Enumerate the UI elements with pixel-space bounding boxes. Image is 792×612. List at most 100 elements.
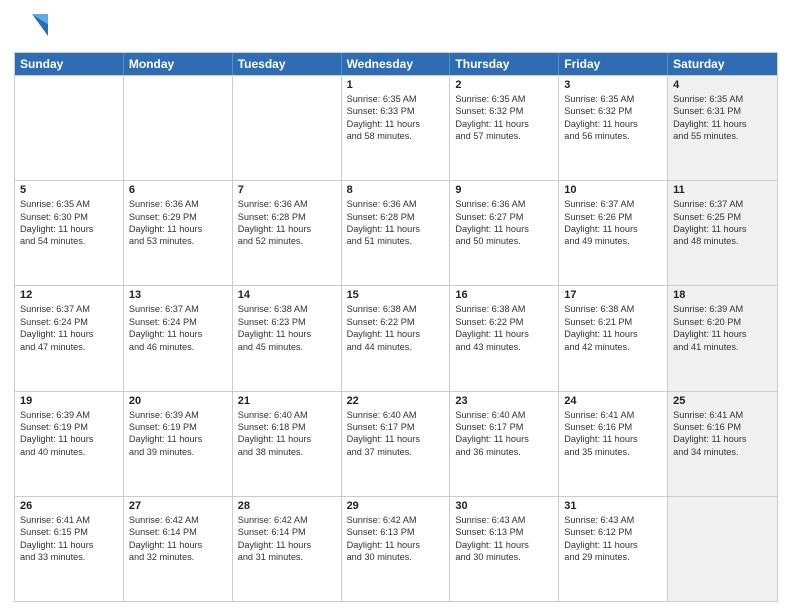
day-number: 18 (673, 289, 772, 301)
cell-info-line: Sunrise: 6:37 AM (673, 198, 772, 210)
calendar: SundayMondayTuesdayWednesdayThursdayFrid… (14, 52, 778, 602)
cell-info-line: Sunset: 6:32 PM (564, 105, 662, 117)
cell-info-line: Daylight: 11 hours (129, 223, 227, 235)
cal-cell: 21Sunrise: 6:40 AMSunset: 6:18 PMDayligh… (233, 392, 342, 496)
cell-info-line: Sunrise: 6:38 AM (564, 303, 662, 315)
header-day-friday: Friday (559, 53, 668, 75)
cell-info-line: Sunrise: 6:43 AM (455, 514, 553, 526)
cell-info-line: Daylight: 11 hours (238, 328, 336, 340)
cell-info-line: Sunset: 6:25 PM (673, 211, 772, 223)
cell-info-line: Sunset: 6:23 PM (238, 316, 336, 328)
cell-info-line: Sunrise: 6:38 AM (455, 303, 553, 315)
cell-info-line: Sunrise: 6:35 AM (564, 93, 662, 105)
cal-cell: 5Sunrise: 6:35 AMSunset: 6:30 PMDaylight… (15, 181, 124, 285)
day-number: 13 (129, 289, 227, 301)
cell-info-line: Sunset: 6:27 PM (455, 211, 553, 223)
cal-cell: 16Sunrise: 6:38 AMSunset: 6:22 PMDayligh… (450, 286, 559, 390)
cell-info-line: and 50 minutes. (455, 235, 553, 247)
day-number: 24 (564, 395, 662, 407)
cell-info-line: Sunrise: 6:35 AM (20, 198, 118, 210)
cell-info-line: Sunrise: 6:36 AM (455, 198, 553, 210)
cal-cell: 19Sunrise: 6:39 AMSunset: 6:19 PMDayligh… (15, 392, 124, 496)
cal-cell: 29Sunrise: 6:42 AMSunset: 6:13 PMDayligh… (342, 497, 451, 601)
cell-info-line: and 58 minutes. (347, 130, 445, 142)
cell-info-line: Sunset: 6:14 PM (238, 526, 336, 538)
cell-info-line: Sunset: 6:13 PM (347, 526, 445, 538)
day-number: 17 (564, 289, 662, 301)
cell-info-line: Sunset: 6:17 PM (347, 421, 445, 433)
day-number: 11 (673, 184, 772, 196)
cell-info-line: Sunset: 6:19 PM (129, 421, 227, 433)
day-number: 26 (20, 500, 118, 512)
cal-cell: 17Sunrise: 6:38 AMSunset: 6:21 PMDayligh… (559, 286, 668, 390)
cal-row-1: 5Sunrise: 6:35 AMSunset: 6:30 PMDaylight… (15, 180, 777, 285)
day-number: 28 (238, 500, 336, 512)
cell-info-line: Sunrise: 6:37 AM (564, 198, 662, 210)
day-number: 15 (347, 289, 445, 301)
cell-info-line: Sunset: 6:31 PM (673, 105, 772, 117)
cell-info-line: Sunrise: 6:43 AM (564, 514, 662, 526)
cell-info-line: Sunrise: 6:40 AM (347, 409, 445, 421)
cell-info-line: and 47 minutes. (20, 341, 118, 353)
day-number: 23 (455, 395, 553, 407)
cell-info-line: Sunset: 6:28 PM (238, 211, 336, 223)
day-number: 7 (238, 184, 336, 196)
cell-info-line: Daylight: 11 hours (238, 539, 336, 551)
header-day-sunday: Sunday (15, 53, 124, 75)
cell-info-line: Daylight: 11 hours (673, 118, 772, 130)
cell-info-line: Sunrise: 6:37 AM (129, 303, 227, 315)
cell-info-line: Daylight: 11 hours (238, 223, 336, 235)
cell-info-line: Sunrise: 6:36 AM (347, 198, 445, 210)
day-number: 21 (238, 395, 336, 407)
day-number: 2 (455, 79, 553, 91)
cell-info-line: and 31 minutes. (238, 551, 336, 563)
day-number: 10 (564, 184, 662, 196)
cal-cell (233, 76, 342, 180)
cell-info-line: and 45 minutes. (238, 341, 336, 353)
cell-info-line: and 54 minutes. (20, 235, 118, 247)
cal-cell: 12Sunrise: 6:37 AMSunset: 6:24 PMDayligh… (15, 286, 124, 390)
cell-info-line: Sunrise: 6:40 AM (455, 409, 553, 421)
cell-info-line: Daylight: 11 hours (129, 433, 227, 445)
cell-info-line: Daylight: 11 hours (238, 433, 336, 445)
cell-info-line: Daylight: 11 hours (455, 328, 553, 340)
cal-cell: 25Sunrise: 6:41 AMSunset: 6:16 PMDayligh… (668, 392, 777, 496)
cell-info-line: and 57 minutes. (455, 130, 553, 142)
cell-info-line: Sunrise: 6:38 AM (238, 303, 336, 315)
day-number: 4 (673, 79, 772, 91)
cell-info-line: Sunrise: 6:35 AM (455, 93, 553, 105)
cell-info-line: Daylight: 11 hours (129, 539, 227, 551)
cell-info-line: and 43 minutes. (455, 341, 553, 353)
cell-info-line: and 36 minutes. (455, 446, 553, 458)
cal-cell: 24Sunrise: 6:41 AMSunset: 6:16 PMDayligh… (559, 392, 668, 496)
cell-info-line: and 30 minutes. (347, 551, 445, 563)
day-number: 3 (564, 79, 662, 91)
cell-info-line: Sunrise: 6:41 AM (20, 514, 118, 526)
cell-info-line: Daylight: 11 hours (564, 539, 662, 551)
cell-info-line: Sunrise: 6:42 AM (238, 514, 336, 526)
cal-cell: 6Sunrise: 6:36 AMSunset: 6:29 PMDaylight… (124, 181, 233, 285)
header-day-saturday: Saturday (668, 53, 777, 75)
header-day-wednesday: Wednesday (342, 53, 451, 75)
cal-cell: 13Sunrise: 6:37 AMSunset: 6:24 PMDayligh… (124, 286, 233, 390)
cell-info-line: Daylight: 11 hours (20, 433, 118, 445)
cell-info-line: Sunrise: 6:35 AM (347, 93, 445, 105)
day-number: 30 (455, 500, 553, 512)
day-number: 19 (20, 395, 118, 407)
cell-info-line: Sunrise: 6:39 AM (673, 303, 772, 315)
cell-info-line: and 49 minutes. (564, 235, 662, 247)
cell-info-line: and 53 minutes. (129, 235, 227, 247)
cell-info-line: Sunset: 6:15 PM (20, 526, 118, 538)
cell-info-line: and 44 minutes. (347, 341, 445, 353)
cell-info-line: Sunset: 6:13 PM (455, 526, 553, 538)
cell-info-line: Sunrise: 6:41 AM (564, 409, 662, 421)
cal-cell (668, 497, 777, 601)
cell-info-line: Sunset: 6:22 PM (347, 316, 445, 328)
cell-info-line: and 42 minutes. (564, 341, 662, 353)
cal-cell: 4Sunrise: 6:35 AMSunset: 6:31 PMDaylight… (668, 76, 777, 180)
cell-info-line: and 40 minutes. (20, 446, 118, 458)
cal-cell: 10Sunrise: 6:37 AMSunset: 6:26 PMDayligh… (559, 181, 668, 285)
cell-info-line: Sunset: 6:16 PM (673, 421, 772, 433)
cell-info-line: and 55 minutes. (673, 130, 772, 142)
cell-info-line: Daylight: 11 hours (347, 328, 445, 340)
